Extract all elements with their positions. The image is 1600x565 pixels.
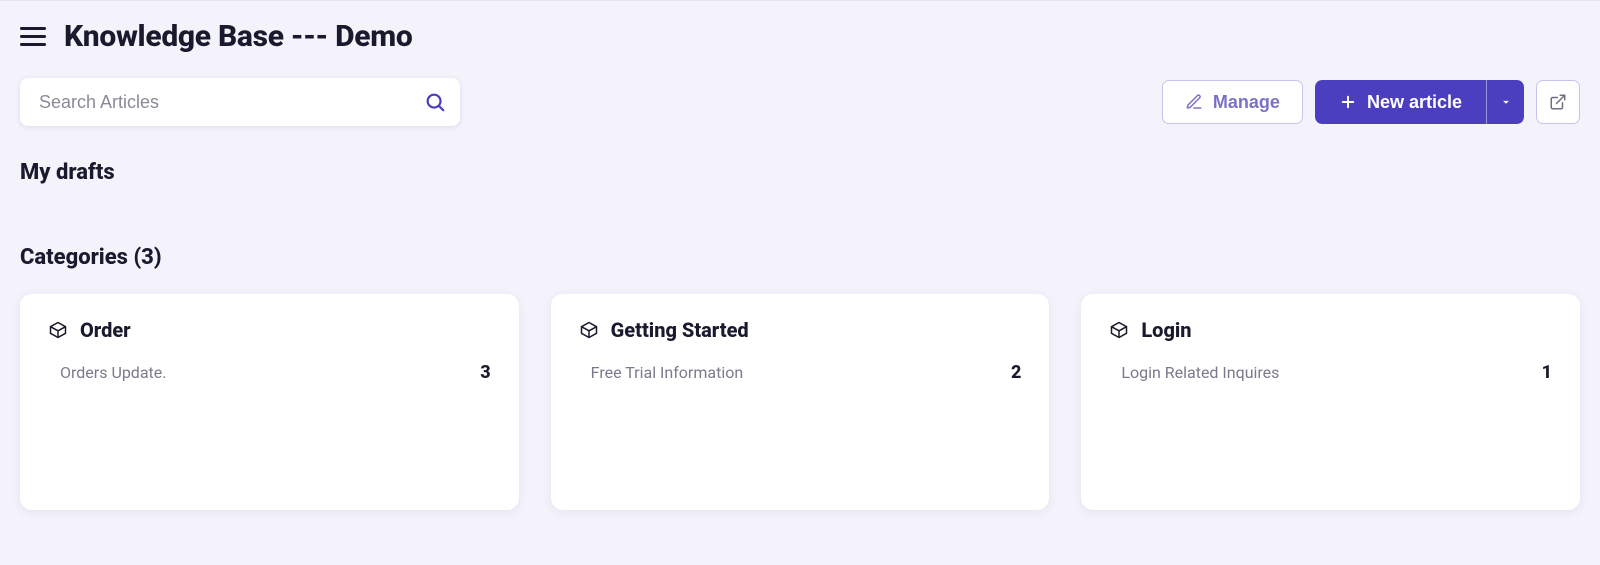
category-card[interactable]: Order Orders Update. 3: [20, 294, 519, 510]
manage-button[interactable]: Manage: [1162, 80, 1303, 124]
category-count: 2: [1011, 362, 1021, 383]
new-article-dropdown[interactable]: [1486, 80, 1524, 124]
box-icon: [48, 320, 68, 340]
box-icon: [579, 320, 599, 340]
new-article-button[interactable]: New article: [1315, 80, 1486, 124]
pencil-icon: [1185, 93, 1203, 111]
menu-icon[interactable]: [20, 23, 48, 51]
search-input[interactable]: [20, 78, 460, 126]
category-count: 3: [480, 362, 490, 383]
category-count: 1: [1542, 362, 1552, 383]
category-title: Order: [80, 318, 131, 342]
search-icon[interactable]: [424, 91, 446, 113]
open-external-button[interactable]: [1536, 80, 1580, 124]
category-description: Free Trial Information: [591, 363, 744, 382]
category-card[interactable]: Login Login Related Inquires 1: [1081, 294, 1580, 510]
caret-down-icon: [1499, 95, 1513, 109]
plus-icon: [1339, 93, 1357, 111]
category-title: Getting Started: [611, 318, 749, 342]
manage-button-label: Manage: [1213, 92, 1280, 113]
external-link-icon: [1549, 93, 1567, 111]
box-icon: [1109, 320, 1129, 340]
category-description: Orders Update.: [60, 363, 166, 382]
category-title: Login: [1141, 318, 1191, 342]
category-card[interactable]: Getting Started Free Trial Information 2: [551, 294, 1050, 510]
page-title: Knowledge Base --- Demo: [64, 19, 412, 54]
my-drafts-heading: My drafts: [20, 160, 1580, 185]
new-article-button-label: New article: [1367, 92, 1462, 113]
category-description: Login Related Inquires: [1121, 363, 1279, 382]
search-wrap: [20, 78, 460, 126]
categories-heading: Categories (3): [20, 245, 1580, 270]
